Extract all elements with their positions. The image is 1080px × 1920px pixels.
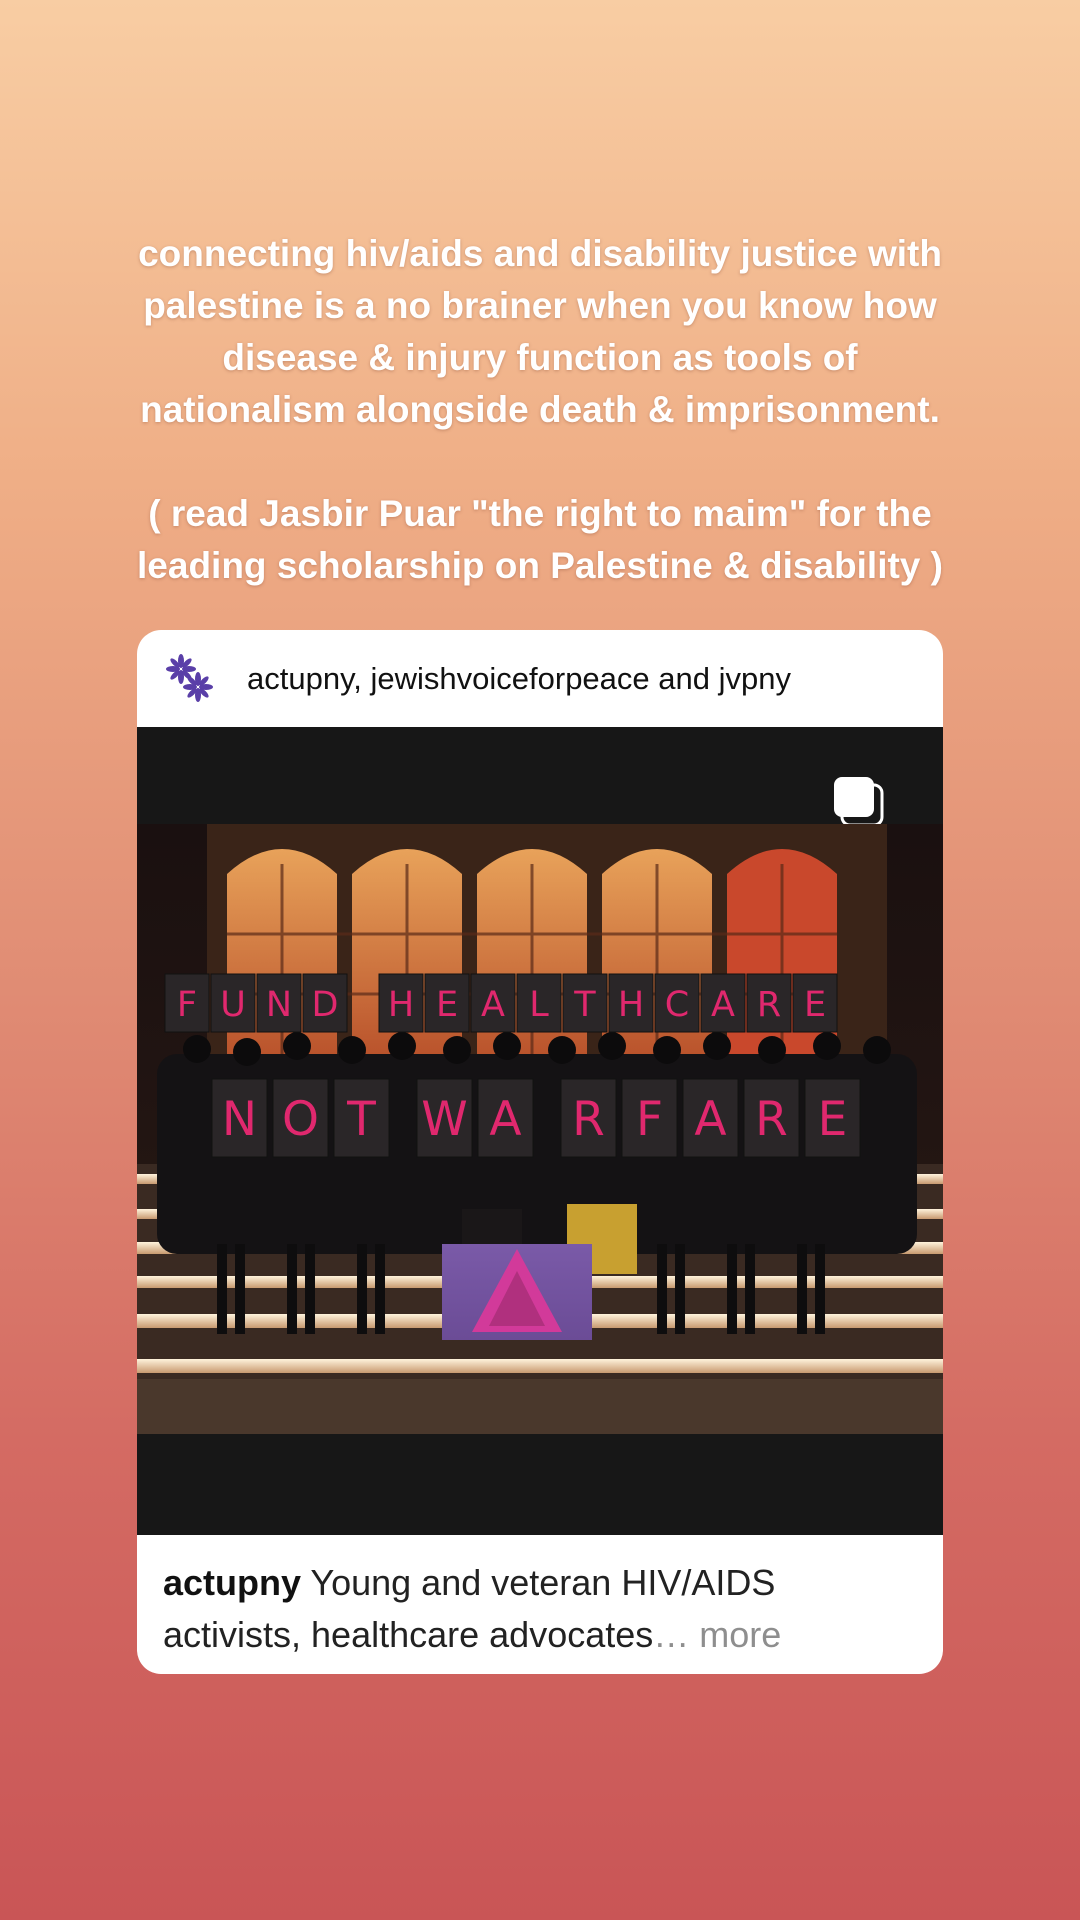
sign-letter: L xyxy=(529,985,549,1025)
protest-sign: N xyxy=(211,1078,268,1158)
protest-sign: U xyxy=(210,973,256,1033)
flower-logo-icon[interactable] xyxy=(165,653,215,704)
protest-sign: E xyxy=(804,1078,861,1158)
sign-letter: F xyxy=(636,1092,663,1147)
protest-sign: T xyxy=(333,1078,390,1158)
protest-sign: T xyxy=(562,973,608,1033)
protest-photo[interactable]: FUNDHEALTHCARE NOTWARFARE xyxy=(137,824,943,1434)
post-caption[interactable]: actupny Young and veteran HIV/AIDS activ… xyxy=(137,1535,943,1661)
sign-letter: T xyxy=(573,985,596,1025)
sign-row-1: FUNDHEALTHCARE xyxy=(164,973,838,1033)
sign-letter: E xyxy=(436,985,458,1025)
protest-sign: H xyxy=(378,973,424,1033)
protest-sign: O xyxy=(272,1078,329,1158)
protest-sign: F xyxy=(164,973,210,1033)
sign-letter: W xyxy=(421,1092,467,1147)
protest-sign: R xyxy=(743,1078,800,1158)
protest-sign: A xyxy=(470,973,516,1033)
protest-sign: A xyxy=(682,1078,739,1158)
post-media[interactable]: FUNDHEALTHCARE NOTWARFARE xyxy=(137,727,943,1535)
shared-post-card[interactable]: actupny, jewishvoiceforpeace and jvpny F… xyxy=(137,630,943,1674)
sign-letter: N xyxy=(222,1092,257,1147)
sign-letter: A xyxy=(711,985,735,1025)
sign-letter: E xyxy=(818,1092,848,1147)
multiple-images-icon xyxy=(832,775,888,831)
protest-sign: H xyxy=(608,973,654,1033)
sign-letter: H xyxy=(388,985,414,1025)
protest-sign: D xyxy=(302,973,348,1033)
story-text: connecting hiv/aids and disability justi… xyxy=(40,228,1040,592)
caption-username[interactable]: actupny xyxy=(163,1562,301,1603)
sign-letter: A xyxy=(481,985,505,1025)
sign-letter: C xyxy=(665,985,689,1025)
protest-sign: A xyxy=(477,1078,534,1158)
sign-letter: U xyxy=(220,985,246,1025)
protest-sign: L xyxy=(516,973,562,1033)
sign-letter: A xyxy=(694,1092,726,1147)
sign-letter: N xyxy=(266,985,292,1025)
protest-sign: N xyxy=(256,973,302,1033)
story-paragraph-2: ( read Jasbir Puar "the right to maim" f… xyxy=(137,493,943,586)
protest-sign: C xyxy=(654,973,700,1033)
post-header-users[interactable]: actupny, jewishvoiceforpeace and jvpny xyxy=(247,661,791,697)
protest-sign: F xyxy=(621,1078,678,1158)
sign-letter: F xyxy=(177,985,197,1025)
story-paragraph-1: connecting hiv/aids and disability justi… xyxy=(138,233,942,430)
sign-letter: R xyxy=(757,985,781,1025)
caption-ellipsis: … xyxy=(653,1614,690,1655)
sign-letter: D xyxy=(312,985,339,1025)
sign-letter: T xyxy=(346,1092,376,1147)
sign-letter: O xyxy=(282,1092,319,1147)
sign-letter: R xyxy=(755,1092,788,1147)
protest-sign: R xyxy=(746,973,792,1033)
protest-sign: E xyxy=(424,973,470,1033)
protest-sign: E xyxy=(792,973,838,1033)
sign-letter: A xyxy=(489,1092,521,1147)
protest-sign: W xyxy=(416,1078,473,1158)
sign-letter: E xyxy=(804,985,826,1025)
post-header[interactable]: actupny, jewishvoiceforpeace and jvpny xyxy=(137,630,943,727)
sign-letter: H xyxy=(618,985,644,1025)
protest-sign: A xyxy=(700,973,746,1033)
protest-sign: R xyxy=(560,1078,617,1158)
sign-letter: R xyxy=(572,1092,605,1147)
caption-more-link[interactable]: more xyxy=(689,1614,781,1655)
